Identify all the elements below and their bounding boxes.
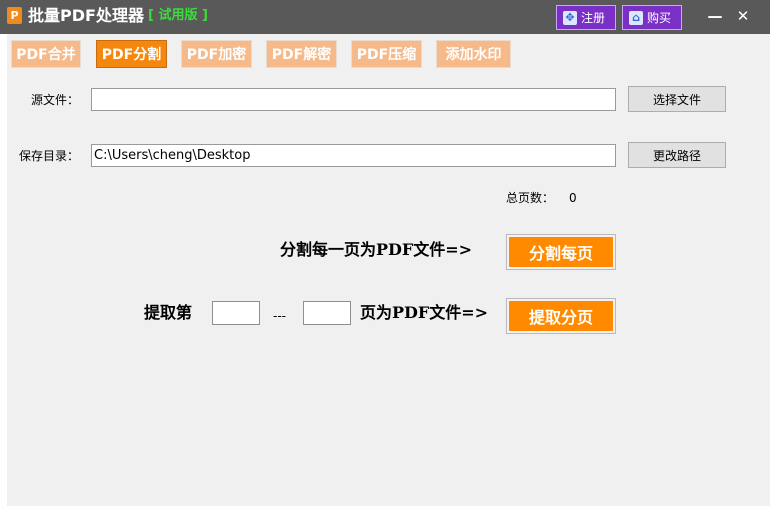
register-label: 注册: [581, 11, 606, 25]
tab-pdf-split[interactable]: PDF分割: [96, 40, 167, 68]
minimize-button[interactable]: —: [703, 6, 727, 26]
register-button[interactable]: ✥ 注册: [556, 5, 616, 30]
save-dir-input[interactable]: C:\Users\cheng\Desktop: [91, 144, 616, 167]
extract-to-input[interactable]: [303, 301, 351, 325]
register-icon: ✥: [563, 10, 577, 25]
app-logo-icon: P: [7, 7, 22, 24]
change-path-button[interactable]: 更改路径: [628, 142, 726, 168]
split-each-page-button-label: 分割每页: [509, 237, 613, 267]
cart-icon: ⌂: [629, 10, 643, 25]
total-pages-value: 0: [569, 191, 577, 205]
tab-pdf-compress[interactable]: PDF压缩: [351, 40, 422, 68]
split-each-page-label: 分割每一页为PDF文件=>: [280, 240, 473, 259]
tab-pdf-merge[interactable]: PDF合并: [11, 40, 81, 68]
tab-pdf-encrypt[interactable]: PDF加密: [181, 40, 252, 68]
range-separator: ---: [273, 309, 286, 323]
buy-label: 购买: [647, 11, 672, 25]
main-panel: PDF合并 PDF分割 PDF加密 PDF解密 PDF压缩 添加水印 源文件： …: [7, 34, 770, 506]
buy-button[interactable]: ⌂ 购买: [622, 5, 682, 30]
tab-pdf-decrypt[interactable]: PDF解密: [266, 40, 337, 68]
close-button[interactable]: ✕: [731, 6, 755, 26]
title-bar: P 批量PDF处理器 [ 试用版 ] ✥ 注册 ⌂ 购买 — ✕: [0, 0, 770, 34]
extract-from-input[interactable]: [212, 301, 260, 325]
choose-file-button[interactable]: 选择文件: [628, 86, 726, 112]
extract-suffix-label: 页为PDF文件=>: [360, 303, 489, 322]
extract-prefix-label: 提取第: [144, 303, 193, 322]
tab-add-watermark[interactable]: 添加水印: [436, 40, 511, 68]
save-dir-label: 保存目录：: [19, 149, 80, 163]
extract-pages-button-label: 提取分页: [509, 301, 613, 331]
source-file-input[interactable]: [91, 88, 616, 111]
trial-badge: [ 试用版 ]: [148, 8, 208, 23]
extract-pages-button[interactable]: 提取分页: [506, 298, 616, 334]
total-pages-label: 总页数：: [506, 191, 555, 205]
source-file-label: 源文件：: [31, 93, 80, 107]
app-title: 批量PDF处理器: [28, 6, 144, 25]
split-each-page-button[interactable]: 分割每页: [506, 234, 616, 270]
